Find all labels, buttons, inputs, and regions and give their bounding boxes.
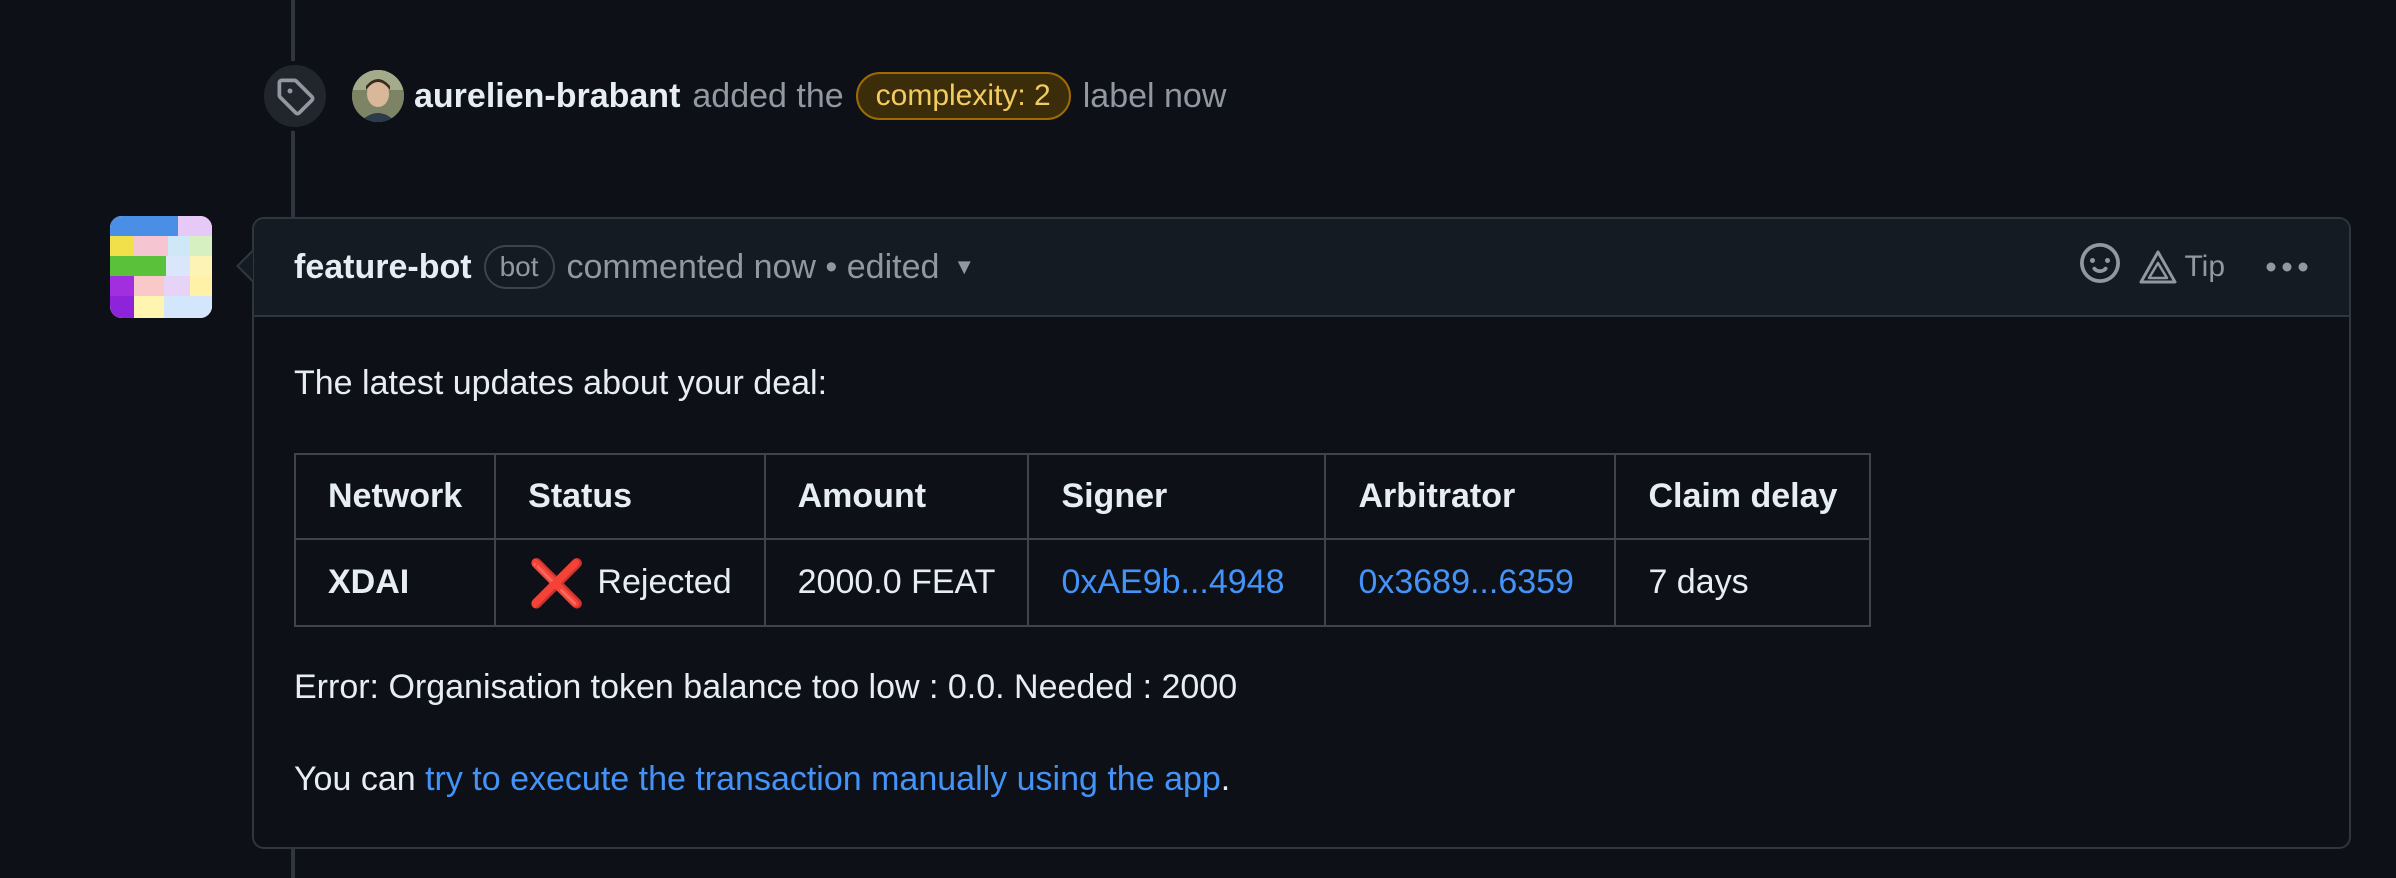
error-message: Error: Organisation token balance too lo… [294,668,1238,706]
comment-author[interactable]: feature-bot [294,248,472,287]
table-header: Network [293,453,497,540]
table-header-row: Network Status Amount Signer Arbitrator … [293,453,1872,540]
event-action-text: added the [692,76,844,115]
tip-button[interactable]: Tip [2138,249,2225,285]
table-header: Signer [1027,453,1327,540]
event-username[interactable]: aurelien-brabant [414,77,680,116]
amount-cell: 2000.0 FEAT [763,538,1030,627]
table-header: Status [494,453,766,540]
signer-cell: 0xAE9b...4948 [1027,538,1327,627]
emoji-reaction-icon[interactable] [2080,242,2121,292]
status-text: Rejected [597,563,732,601]
table-header: Claim delay [1614,453,1872,540]
deal-table: Network Status Amount Signer Arbitrator … [293,453,1872,627]
tip-label: Tip [2184,250,2225,283]
signer-link[interactable]: 0xAE9b...4948 [1061,563,1284,601]
bot-comment: feature-bot bot commented now • edited ▼… [252,217,2351,849]
event-tail-text: label now [1082,76,1227,115]
more-options-icon[interactable] [2265,261,2309,273]
event-description: aurelien-brabant added the complexity: 2… [414,72,1226,120]
manual-suffix: . [1220,760,1231,798]
table-header: Amount [763,453,1030,540]
complexity-label[interactable]: complexity: 2 [855,72,1071,120]
comment-meta[interactable]: commented now • edited [567,248,940,287]
tag-icon [260,61,330,131]
bot-badge: bot [483,245,555,289]
comment-header: feature-bot bot commented now • edited ▼… [254,219,2349,317]
bot-avatar[interactable] [110,216,212,318]
edited-dropdown-icon[interactable]: ▼ [953,254,975,280]
triangle-icon [2139,250,2177,284]
comment-intro: The latest updates about your deal: [294,364,828,402]
arbitrator-cell: 0x3689...6359 [1324,538,1617,627]
label-event: aurelien-brabant added the complexity: 2… [260,60,1226,132]
cross-mark-icon: ❌ [528,556,586,609]
manual-prefix: You can [294,760,426,798]
arbitrator-link[interactable]: 0x3689...6359 [1358,563,1574,601]
manual-execution-text: You can try to execute the transaction m… [294,757,2309,801]
status-cell: ❌ Rejected [494,538,766,627]
comment-actions: Tip [2080,242,2309,292]
network-cell: XDAI [293,538,497,627]
table-header: Arbitrator [1324,453,1617,540]
table-row: XDAI ❌ Rejected 2000.0 FEAT 0xAE9b...494… [293,538,1872,627]
claim-delay-cell: 7 days [1614,538,1872,627]
user-avatar[interactable] [352,70,404,122]
comment-arrow-inner [239,252,253,280]
manual-execution-link[interactable]: try to execute the transaction manually … [425,760,1221,798]
issue-timeline: aurelien-brabant added the complexity: 2… [0,0,2396,878]
comment-body: The latest updates about your deal: Netw… [254,317,2349,801]
